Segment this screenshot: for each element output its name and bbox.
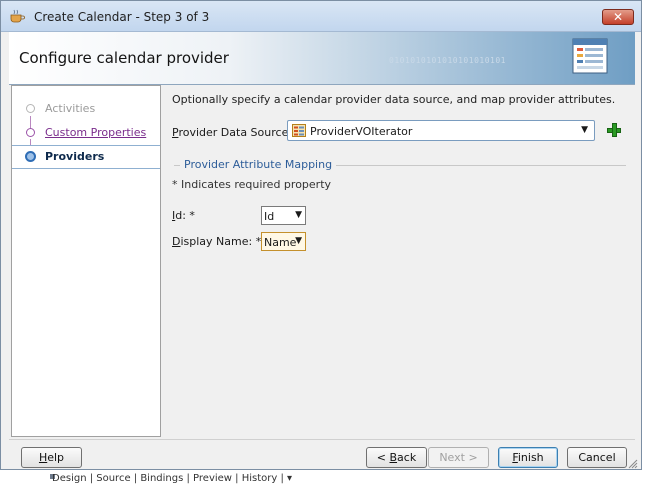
back-button[interactable]: < Back [366, 447, 427, 468]
page-title: Configure calendar provider [19, 49, 229, 67]
wizard-steps-nav: Activities Custom Properties Providers [11, 85, 161, 437]
intro-text: Optionally specify a calendar provider d… [172, 93, 616, 106]
coffee-cup-icon [10, 9, 25, 23]
calendar-document-icon [572, 38, 608, 74]
nav-step-label: Custom Properties [45, 126, 147, 139]
wizard-header: Configure calendar provider 010101010101… [9, 32, 635, 85]
display-name-label: Display Name: * [172, 235, 262, 248]
chevron-down-icon: ▼ [295, 236, 302, 246]
help-button[interactable]: Help [21, 447, 82, 468]
editor-tabs-label: Design | Source | Bindings | Preview | H… [52, 473, 293, 484]
finish-button[interactable]: Finish [498, 447, 558, 468]
id-label: Id: * [172, 209, 195, 222]
id-select-value: Id [264, 210, 275, 223]
next-button[interactable]: Next > [428, 447, 489, 468]
provider-data-source-label: Provider Data Source: [172, 126, 293, 139]
main-panel: Optionally specify a calendar provider d… [162, 85, 634, 437]
title-bar[interactable]: Create Calendar - Step 3 of 3 ✕ [1, 1, 641, 32]
display-name-select[interactable]: Name ▼ [261, 232, 306, 251]
id-select[interactable]: Id ▼ [261, 206, 306, 225]
editor-tab-strip: Design | Source | Bindings | Preview | H… [0, 470, 646, 484]
provider-data-source-select[interactable]: ProviderVOIterator ▼ [287, 120, 595, 141]
footer-divider [9, 439, 635, 440]
mapping-section-title: Provider Attribute Mapping [180, 158, 337, 171]
provider-data-source-value: ProviderVOIterator [310, 125, 413, 138]
nav-step-providers[interactable]: Providers [12, 145, 160, 169]
close-button[interactable]: ✕ [602, 9, 634, 25]
binary-decoration: 0101010101010101010101 [389, 56, 506, 65]
iterator-icon [292, 124, 306, 137]
nav-step-label: Activities [45, 102, 96, 115]
display-name-select-value: Name [264, 236, 297, 249]
add-data-source-button[interactable] [605, 121, 623, 139]
required-note: * Indicates required property [172, 178, 332, 191]
step-dot-icon [26, 128, 35, 137]
step-dot-icon [26, 104, 35, 113]
nav-step-label: Providers [45, 150, 105, 163]
cancel-button[interactable]: Cancel [567, 447, 627, 468]
window-title: Create Calendar - Step 3 of 3 [34, 10, 210, 24]
nav-step-activities[interactable]: Activities [12, 98, 160, 120]
resize-grip-icon[interactable] [628, 459, 638, 469]
chevron-down-icon: ▼ [581, 125, 588, 135]
create-calendar-dialog: Create Calendar - Step 3 of 3 ✕ Configur… [0, 0, 642, 470]
chevron-down-icon: ▼ [295, 210, 302, 220]
close-icon: ✕ [612, 10, 624, 24]
nav-step-custom-properties[interactable]: Custom Properties [12, 122, 160, 144]
current-step-icon [25, 151, 36, 162]
